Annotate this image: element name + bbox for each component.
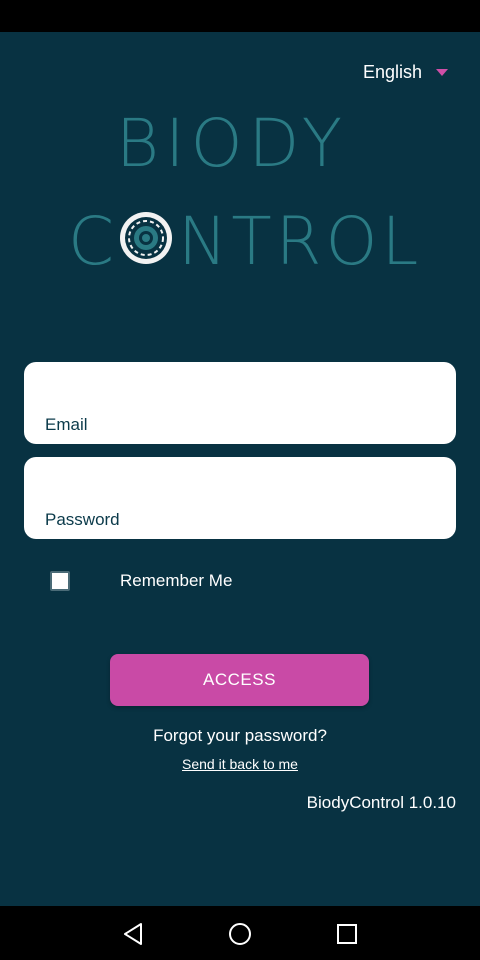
send-link-row: Send it back to me	[0, 756, 480, 772]
language-label: English	[362, 62, 422, 82]
remember-me-row: Remember Me	[50, 571, 232, 591]
biody-control-logo: BIODY C NTROL	[0, 98, 480, 278]
status-bar	[0, 0, 480, 32]
password-label: Password	[45, 510, 120, 529]
logo-text-c: C	[68, 203, 114, 278]
remember-me-label: Remember Me	[120, 571, 233, 590]
send-it-back-link[interactable]: Send it back to me	[182, 756, 298, 772]
email-field[interactable]: Email	[24, 362, 456, 444]
email-label: Email	[45, 415, 88, 434]
navigation-bar	[0, 906, 480, 960]
recent-square-icon[interactable]	[333, 920, 361, 948]
logo-text-biody: BIODY	[116, 105, 348, 182]
access-button[interactable]: ACCESS	[110, 654, 369, 706]
back-triangle-icon[interactable]	[120, 920, 148, 948]
logo-text-ntrol: NTROL	[178, 203, 422, 278]
language-selector[interactable]: English	[363, 62, 448, 83]
target-icon	[120, 212, 172, 264]
password-field[interactable]: Password	[24, 457, 456, 539]
forgot-password-text: Forgot your password?	[153, 726, 327, 745]
home-circle-icon[interactable]	[226, 920, 254, 948]
remember-me-checkbox[interactable]	[50, 571, 70, 591]
app-version: BiodyControl 1.0.10	[306, 793, 456, 812]
chevron-down-icon	[436, 69, 448, 76]
login-screen: English BIODY C NTROL Email Password Rem…	[0, 32, 480, 906]
